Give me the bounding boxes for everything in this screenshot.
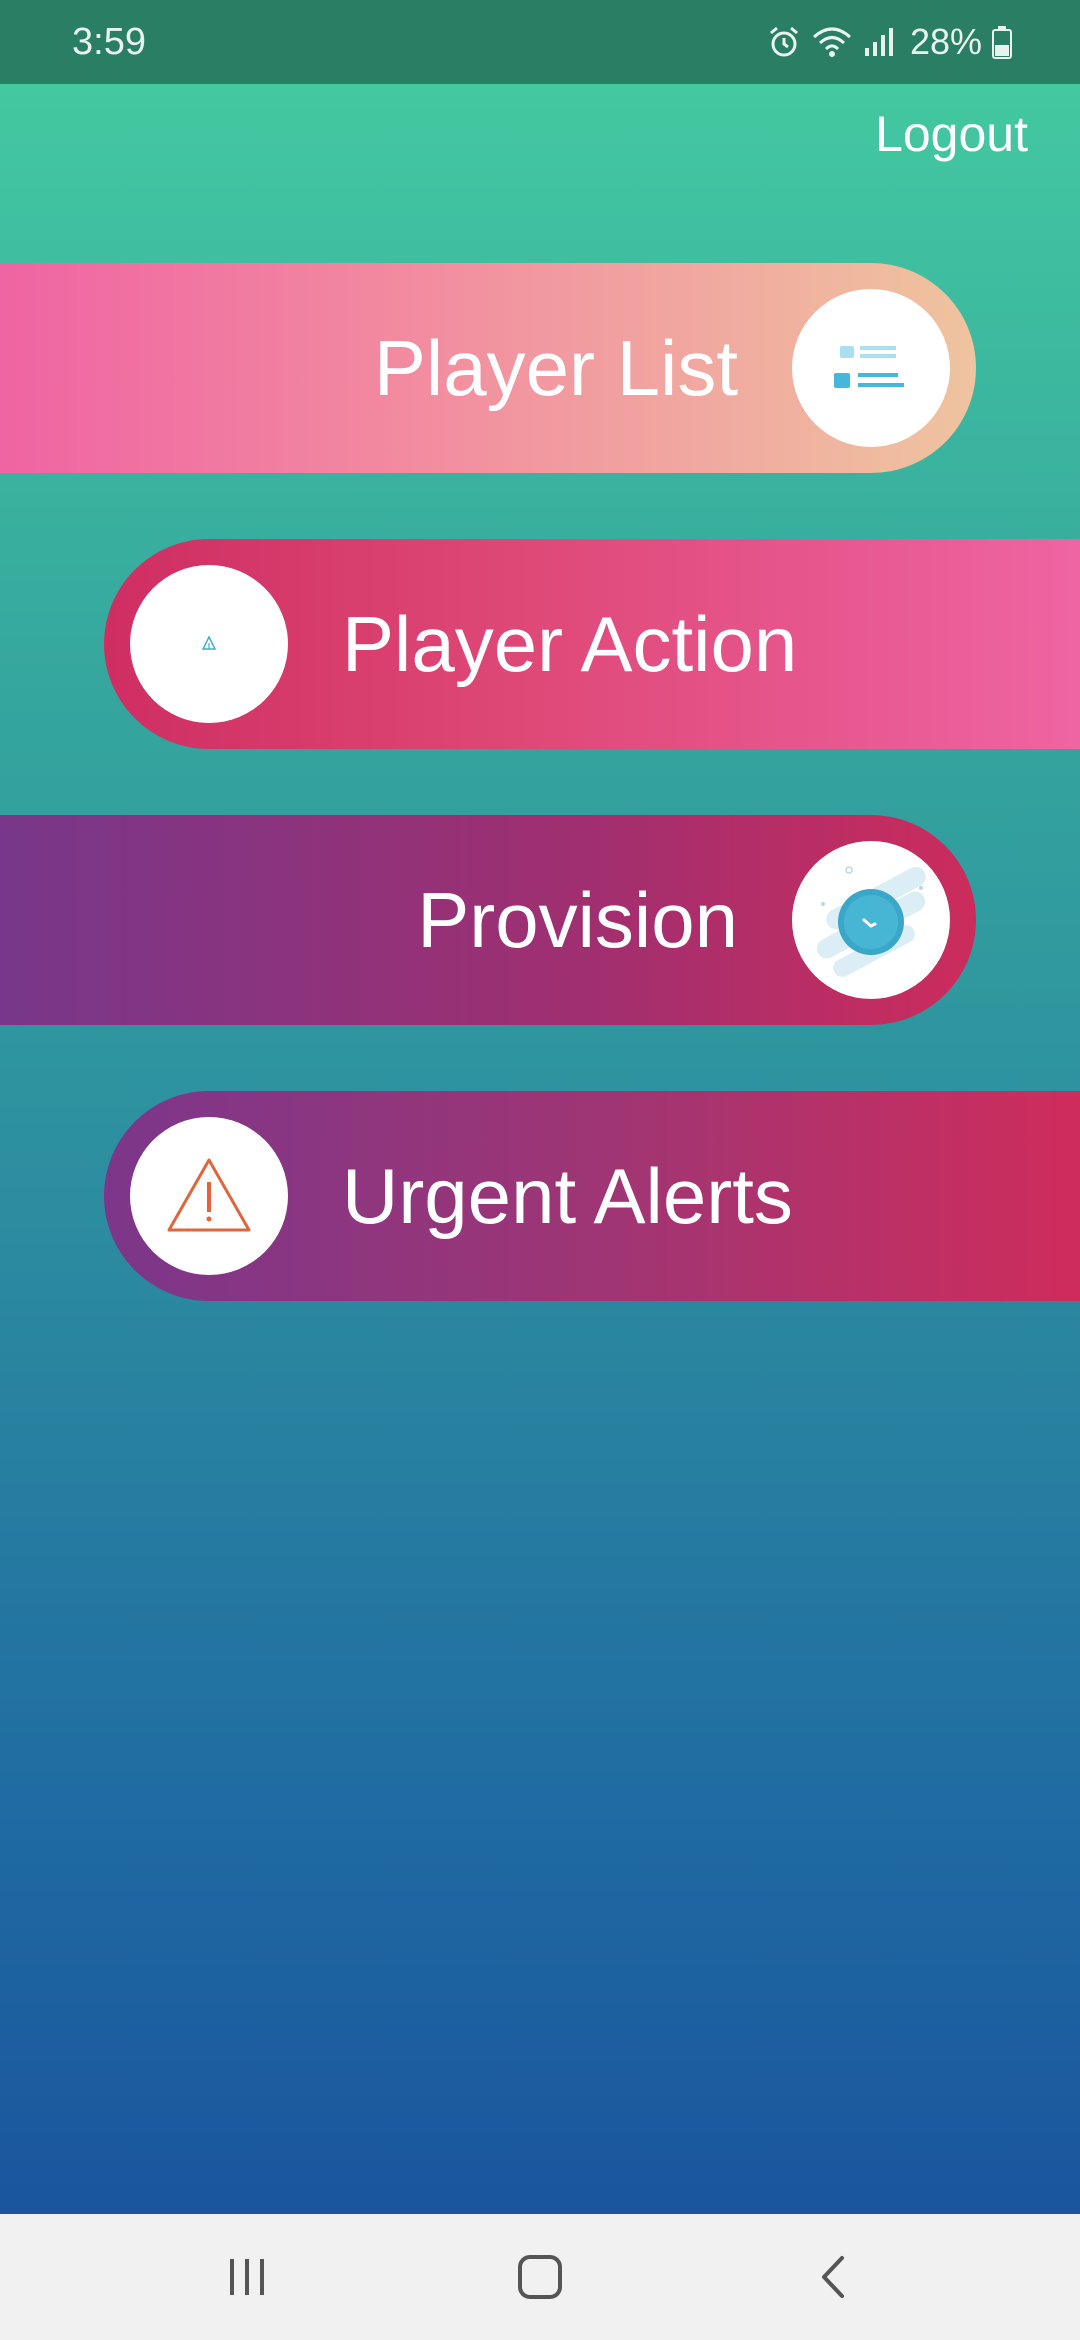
logout-button[interactable]: Logout [875, 105, 1028, 163]
urgent-alerts-label: Urgent Alerts [342, 1151, 793, 1240]
player-list-button[interactable]: Player List [0, 263, 976, 473]
player-list-label: Player List [373, 323, 738, 412]
status-icons: 28% [766, 21, 1012, 63]
signal-icon [862, 26, 894, 58]
urgent-alerts-button[interactable]: Urgent Alerts [104, 1091, 1080, 1301]
alarm-icon [766, 24, 802, 60]
player-action-label: Player Action [342, 599, 798, 688]
player-action-button[interactable]: Player Action [104, 539, 1080, 749]
warning-icon [130, 1117, 288, 1275]
battery-icon [992, 25, 1012, 59]
clock-icon [792, 841, 950, 999]
system-nav-bar [0, 2214, 1080, 2340]
battery-percent: 28% [909, 21, 982, 62]
provision-label: Provision [417, 875, 738, 964]
status-bar: 3:59 28% [0, 0, 1080, 84]
player-action-icon [130, 565, 288, 723]
provision-button[interactable]: Provision [0, 815, 976, 1025]
recent-apps-icon[interactable] [187, 2227, 307, 2327]
home-icon[interactable] [480, 2227, 600, 2327]
status-time: 3:59 [72, 20, 146, 63]
wifi-icon [812, 25, 852, 59]
player-list-icon [792, 289, 950, 447]
back-icon[interactable] [773, 2227, 893, 2327]
